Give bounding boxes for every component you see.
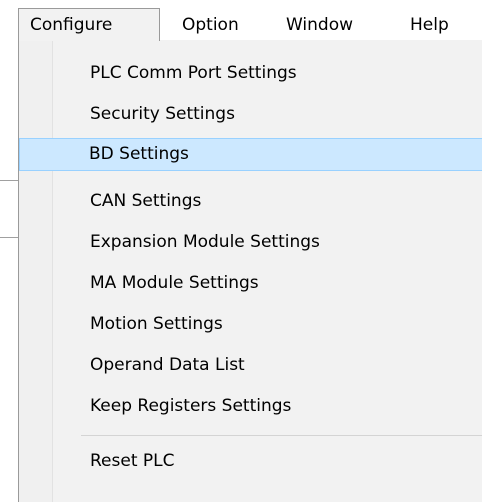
menu-item-label: CAN Settings (90, 191, 202, 211)
menu-item-label: Motion Settings (90, 314, 223, 334)
menu-separator (81, 435, 482, 436)
menu-item-label: PLC Comm Port Settings (90, 63, 297, 83)
menu-help[interactable]: Help (410, 9, 449, 41)
menu-option[interactable]: Option (182, 9, 239, 41)
menu-help-label: Help (410, 15, 449, 35)
configure-dropdown: PLC Comm Port Settings Security Settings… (18, 40, 482, 502)
menu-item-label: Security Settings (90, 104, 235, 124)
menu-item-label: Operand Data List (90, 355, 245, 375)
menu-item-can-settings[interactable]: CAN Settings (20, 185, 482, 218)
menu-item-reset-plc[interactable]: Reset PLC (20, 445, 482, 478)
menu-option-label: Option (182, 15, 239, 35)
menu-item-plc-comm-port-settings[interactable]: PLC Comm Port Settings (20, 57, 482, 90)
background-window-border (0, 180, 18, 181)
menu-configure-label: Configure (30, 15, 113, 35)
menu-window-label: Window (286, 15, 354, 35)
menu-item-operand-data-list[interactable]: Operand Data List (20, 349, 482, 382)
menu-item-ma-module-settings[interactable]: MA Module Settings (20, 267, 482, 300)
menu-item-label: Expansion Module Settings (90, 232, 320, 252)
menu-item-security-settings[interactable]: Security Settings (20, 98, 482, 131)
menu-window[interactable]: Window (286, 9, 353, 41)
menu-item-label: Keep Registers Settings (90, 396, 292, 416)
menu-item-label: Reset PLC (90, 451, 175, 471)
menu-item-motion-settings[interactable]: Motion Settings (20, 308, 482, 341)
menu-bar: Configure Option Window Help (0, 0, 482, 41)
menu-item-keep-registers-settings[interactable]: Keep Registers Settings (20, 390, 482, 423)
menu-item-label: BD Settings (89, 144, 189, 164)
menu-configure[interactable]: Configure (18, 8, 160, 41)
background-window-border (0, 237, 18, 238)
menu-item-bd-settings[interactable]: BD Settings (19, 138, 482, 171)
menu-item-label: MA Module Settings (90, 273, 259, 293)
menu-item-expansion-module-settings[interactable]: Expansion Module Settings (20, 226, 482, 259)
